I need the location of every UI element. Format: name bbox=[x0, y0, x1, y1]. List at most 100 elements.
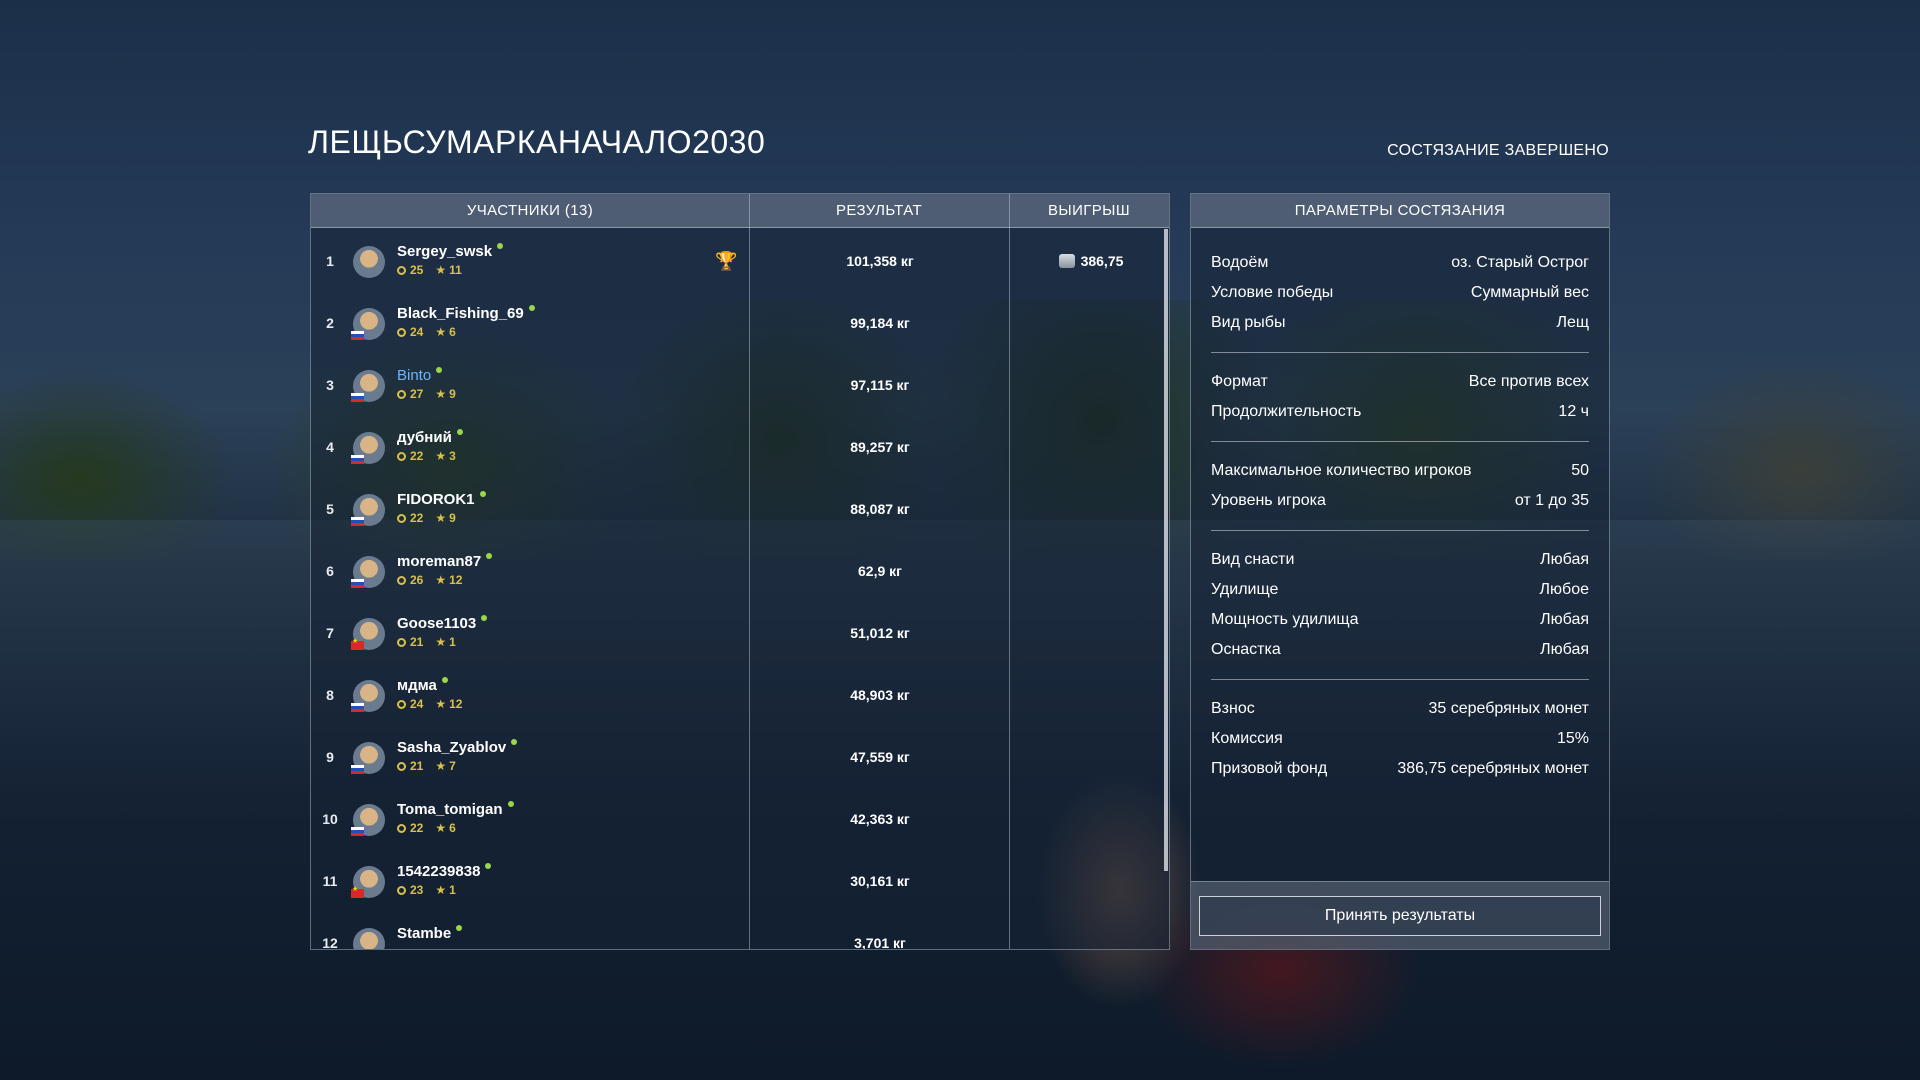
parameter-label: Оснастка bbox=[1211, 641, 1281, 658]
online-dot-icon bbox=[528, 305, 535, 311]
player-stars: 12 bbox=[449, 573, 463, 587]
header-prize[interactable]: ВЫИГРЫШ bbox=[1009, 194, 1169, 227]
player-name-wrap[interactable]: Binto bbox=[397, 367, 443, 384]
avatar[interactable] bbox=[353, 928, 385, 949]
player-stars: 6 bbox=[449, 325, 456, 339]
parameter-value: Все против всех bbox=[1468, 373, 1589, 390]
parameter-row: Мощность удилища Любая bbox=[1211, 605, 1589, 635]
row-result: 89,257 кг bbox=[850, 439, 910, 455]
parameter-row: Уровень игрока от 1 до 35 bbox=[1211, 486, 1589, 516]
table-row[interactable]: 12 Stambe 3,701 кг bbox=[311, 911, 1169, 949]
row-rank: 4 bbox=[326, 439, 334, 455]
participants-scrollbar[interactable] bbox=[1164, 229, 1168, 871]
participants-panel: УЧАСТНИКИ (13) РЕЗУЛЬТАТ ВЫИГРЫШ 1 Sergey… bbox=[310, 193, 1170, 950]
flag-ru-icon bbox=[351, 393, 364, 402]
player-name[interactable]: FIDOROK1 bbox=[397, 491, 475, 508]
player-name-wrap[interactable]: 1542239838 bbox=[397, 863, 492, 880]
parameter-row: Формат Все против всех bbox=[1211, 367, 1589, 397]
parameter-label: Комиссия bbox=[1211, 730, 1283, 747]
row-result: 42,363 кг bbox=[850, 811, 910, 827]
player-name-wrap[interactable]: Black_Fishing_69 bbox=[397, 305, 535, 322]
player-stars: 1 bbox=[449, 635, 456, 649]
table-row[interactable]: 8 мдма 24 ★ 12 48,903 кг bbox=[311, 663, 1169, 725]
player-stats: 24 ★ 6 bbox=[397, 325, 456, 339]
row-result: 88,087 кг bbox=[850, 501, 910, 517]
parameters-header: ПАРАМЕТРЫ СОСТЯЗАНИЯ bbox=[1191, 194, 1609, 228]
table-row[interactable]: 11 1542239838 23 ★1 30,161 кг bbox=[311, 849, 1169, 911]
parameter-value: 35 серебряных монет bbox=[1428, 700, 1589, 717]
player-stats: 22 ★ 3 bbox=[397, 449, 456, 463]
player-name-wrap[interactable]: Toma_tomigan bbox=[397, 801, 514, 818]
player-stats: 23 ★ 1 bbox=[397, 883, 456, 897]
row-rank: 5 bbox=[326, 501, 334, 517]
parameter-label: Мощность удилища bbox=[1211, 611, 1359, 628]
player-name[interactable]: 1542239838 bbox=[397, 863, 480, 880]
player-name[interactable]: мдма bbox=[397, 677, 437, 694]
player-name[interactable]: moreman87 bbox=[397, 553, 481, 570]
player-level: 26 bbox=[410, 573, 424, 587]
accept-results-button[interactable]: Принять результаты bbox=[1199, 896, 1601, 936]
flag-cn-icon bbox=[351, 885, 364, 898]
parameter-row: Призовой фонд 386,75 серебряных монет bbox=[1211, 754, 1589, 784]
player-name[interactable]: Stambe bbox=[397, 925, 451, 942]
parameter-label: Продолжительность bbox=[1211, 403, 1362, 420]
star-icon: ★ bbox=[435, 635, 447, 649]
player-name-wrap[interactable]: Stambe bbox=[397, 925, 463, 942]
table-row[interactable]: 10 Toma_tomigan 22 ★ 6 42,363 кг bbox=[311, 787, 1169, 849]
parameter-value: 15% bbox=[1556, 730, 1589, 747]
parameters-panel: ПАРАМЕТРЫ СОСТЯЗАНИЯ Водоём оз. Старый Ос… bbox=[1190, 193, 1610, 950]
player-name[interactable]: Binto bbox=[397, 367, 431, 384]
player-name[interactable]: Goose1103 bbox=[397, 615, 476, 632]
table-row[interactable]: 3 Binto 27 ★ 9 97,115 кг bbox=[311, 353, 1169, 415]
level-ring-icon bbox=[397, 514, 406, 523]
online-dot-icon bbox=[441, 677, 448, 683]
player-name[interactable]: Sasha_Zyablov bbox=[397, 739, 506, 756]
header-result[interactable]: РЕЗУЛЬТАТ bbox=[749, 194, 1009, 227]
player-stats: 22 ★ 9 bbox=[397, 511, 456, 525]
player-name-wrap[interactable]: moreman87 bbox=[397, 553, 493, 570]
player-name[interactable]: дубний bbox=[397, 429, 452, 446]
prize-value: 386,75 bbox=[1080, 253, 1124, 269]
player-name-wrap[interactable]: FIDOROK1 bbox=[397, 491, 486, 508]
parameter-row: Взнос 35 серебряных монет bbox=[1211, 694, 1589, 724]
row-rank: 10 bbox=[322, 811, 338, 827]
row-result: 30,161 кг bbox=[850, 873, 910, 889]
parameter-row: Максимальное количество игроков 50 bbox=[1211, 456, 1589, 486]
table-row[interactable]: 1 Sergey_swsk 25 ★ 11 🏆 101,358 кг 386,75 bbox=[311, 229, 1169, 291]
online-dot-icon bbox=[486, 553, 493, 559]
table-row[interactable]: 5 FIDOROK1 22 ★ 9 88,087 кг bbox=[311, 477, 1169, 539]
parameter-value: оз. Старый Острог bbox=[1451, 254, 1589, 271]
participants-list[interactable]: 1 Sergey_swsk 25 ★ 11 🏆 101,358 кг 386,75 2 Black… bbox=[311, 229, 1169, 949]
player-level: 22 bbox=[410, 821, 424, 835]
parameter-label: Призовой фонд bbox=[1211, 760, 1328, 777]
table-row[interactable]: 7 Goose1103 21 ★1 51,012 кг bbox=[311, 601, 1169, 663]
table-row[interactable]: 9 Sasha_Zyablov 21 ★ 7 47,559 кг bbox=[311, 725, 1169, 787]
online-dot-icon bbox=[481, 615, 488, 621]
player-name-wrap[interactable]: Goose1103 bbox=[397, 615, 488, 632]
avatar[interactable] bbox=[353, 246, 385, 278]
table-row[interactable]: 2 Black_Fishing_69 24 ★ 6 99,184 кг bbox=[311, 291, 1169, 353]
parameter-label: Удилище bbox=[1211, 581, 1279, 598]
player-stats: 25 ★ 11 bbox=[397, 263, 462, 277]
header-participants[interactable]: УЧАСТНИКИ (13) bbox=[311, 194, 749, 227]
player-name[interactable]: Black_Fishing_69 bbox=[397, 305, 524, 322]
row-rank: 9 bbox=[326, 749, 334, 765]
player-name-wrap[interactable]: Sasha_Zyablov bbox=[397, 739, 518, 756]
table-row[interactable]: 4 дубний 22 ★ 3 89,257 кг bbox=[311, 415, 1169, 477]
row-result: 48,903 кг bbox=[850, 687, 910, 703]
player-name-wrap[interactable]: дубний bbox=[397, 429, 463, 446]
star-icon: ★ bbox=[435, 511, 447, 525]
player-name-wrap[interactable]: мдма bbox=[397, 677, 448, 694]
online-dot-icon bbox=[456, 925, 463, 931]
table-row[interactable]: 6 moreman87 26 ★ 12 62,9 кг bbox=[311, 539, 1169, 601]
parameter-label: Водоём bbox=[1211, 254, 1269, 271]
level-ring-icon bbox=[397, 886, 406, 895]
player-name[interactable]: Sergey_swsk bbox=[397, 243, 492, 260]
player-level: 21 bbox=[410, 759, 424, 773]
player-name-wrap[interactable]: Sergey_swsk bbox=[397, 243, 504, 260]
parameter-value: 386,75 серебряных монет bbox=[1397, 760, 1589, 777]
player-name[interactable]: Toma_tomigan bbox=[397, 801, 503, 818]
level-ring-icon bbox=[397, 266, 406, 275]
parameters-separator bbox=[1211, 352, 1589, 353]
parameters-list: Водоём оз. Старый Острог Условие победы Сум… bbox=[1211, 248, 1589, 784]
